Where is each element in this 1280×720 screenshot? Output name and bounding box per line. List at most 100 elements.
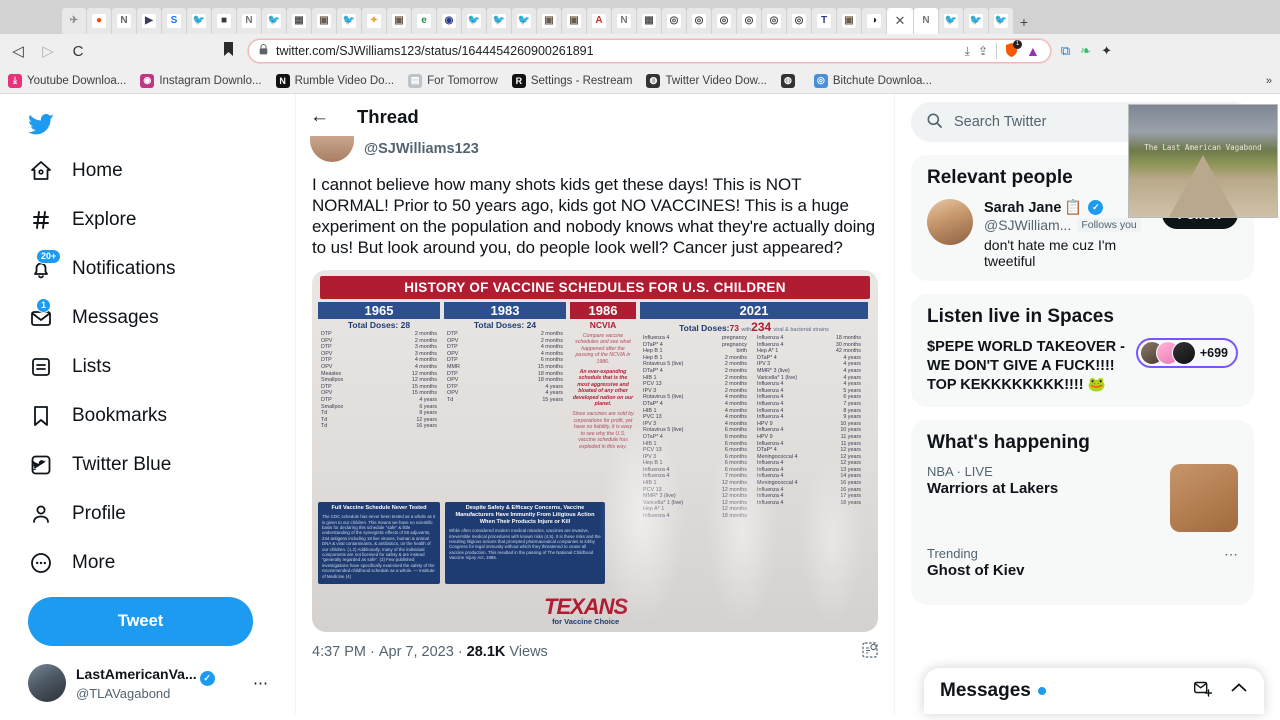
browser-tab[interactable]: e	[412, 8, 436, 34]
sidebar-item-more[interactable]: More	[28, 538, 295, 587]
browser-tab[interactable]: ▣	[312, 8, 336, 34]
browser-tab[interactable]: 🐦	[462, 8, 486, 34]
trend-item[interactable]: NBA · LIVE Warriors at Lakers	[927, 464, 1238, 532]
column-rows-2: Influenza 4 18 months Influenza 4 30 months…	[754, 335, 864, 520]
bookmark-item[interactable]: ▤ For Tomorrow	[408, 73, 498, 88]
profile-icon	[28, 501, 54, 527]
browser-tab[interactable]: N	[612, 8, 636, 34]
bookmark-flag-icon[interactable]	[218, 42, 238, 60]
browser-tab[interactable]: 🐦	[512, 8, 536, 34]
account-more-icon[interactable]: ⋯	[253, 674, 268, 692]
sidebar-item-bookmarks[interactable]: Bookmarks	[28, 391, 295, 440]
bookmark-item[interactable]: N Rumble Video Do...	[275, 73, 394, 88]
browser-tab[interactable]: ▣	[387, 8, 411, 34]
floating-image-overlay[interactable]: The Last American Vagabond	[1128, 104, 1278, 218]
vaccine-name: Varicella* 1 (live)	[757, 374, 798, 381]
person-handle[interactable]: @SJWilliam...	[984, 217, 1071, 233]
browser-tab[interactable]: ■	[212, 8, 236, 34]
browser-tab[interactable]: ▣	[837, 8, 861, 34]
sidebar-item-home[interactable]: Home	[28, 146, 295, 195]
trend-more-icon[interactable]: ⋯	[1224, 546, 1238, 563]
vaccine-name: DTP	[447, 370, 458, 377]
translate-icon[interactable]: ⧉	[1061, 43, 1070, 59]
bookmark-item[interactable]: ⤓ Youtube Downloa...	[8, 73, 126, 88]
browser-tab[interactable]: ◎	[687, 8, 711, 34]
evernote-icon[interactable]: ❧	[1080, 43, 1091, 59]
browser-tab[interactable]: ▦	[637, 8, 661, 34]
messages-dock[interactable]: Messages	[924, 668, 1264, 714]
bookmark-item[interactable]: ◎ Bitchute Downloa...	[813, 73, 932, 88]
browser-tab[interactable]: ◎	[662, 8, 686, 34]
browser-tab[interactable]: ◎	[762, 8, 786, 34]
sidebar-item-messages[interactable]: 1 Messages	[28, 293, 295, 342]
browser-tab[interactable]: N	[112, 8, 136, 34]
tweet-button[interactable]: Tweet	[28, 597, 253, 646]
browser-tab[interactable]: ▣	[537, 8, 561, 34]
browser-tab[interactable]: N	[237, 8, 261, 34]
bookmark-item[interactable]: ◉ Instagram Downlo...	[140, 73, 262, 88]
brave-rewards-icon[interactable]: ▲	[1026, 43, 1040, 59]
space-listener-count: +699	[1199, 346, 1228, 360]
browser-tab[interactable]: ◎	[712, 8, 736, 34]
bookmarks-overflow-button[interactable]: »	[1266, 75, 1272, 87]
account-switcher[interactable]: LastAmericanVa... ✓ @TLAVagabond ⋯	[28, 664, 268, 702]
compose-message-icon[interactable]	[1193, 681, 1213, 702]
browser-tab[interactable]: ●	[87, 8, 111, 34]
space-row[interactable]: $PEPE WORLD TAKEOVER - WE DON'T GIVE A F…	[927, 338, 1238, 395]
download-icon[interactable]: ⤓	[965, 44, 970, 59]
tweet-image-infographic[interactable]: HISTORY OF VACCINE SCHEDULES FOR U.S. CH…	[312, 270, 878, 632]
trend-item[interactable]: Trending Ghost of Kiev ⋯	[927, 546, 1238, 579]
expand-chevron-up-icon[interactable]	[1230, 681, 1248, 702]
extensions-icon[interactable]: ✦	[1101, 43, 1112, 59]
twitter-logo-icon[interactable]	[28, 102, 295, 146]
bookmark-item[interactable]: ◍	[780, 73, 800, 88]
bookmark-item[interactable]: ◍ Twitter Video Dow...	[646, 73, 767, 88]
tabs-container: ✈ ● N ▶ S 🐦 ■ N 🐦 ▦ ▣ 🐦 ✦ ▣ e ◉ 🐦 🐦 🐦 ▣ ▣ A N ▦ ◎ ◎ ◎ ◎ ◎ ◎ T ▣ ◑ ✕ N 🐦 🐦 🐦	[62, 8, 1014, 34]
trend-thumbnail[interactable]	[1170, 464, 1238, 532]
bookmark-item[interactable]: R Settings - Restream	[511, 73, 632, 88]
new-tab-button[interactable]: +	[1014, 10, 1034, 34]
browser-tab[interactable]: N	[914, 8, 938, 34]
browser-tab[interactable]: A	[587, 8, 611, 34]
analytics-icon[interactable]	[862, 642, 878, 662]
back-icon[interactable]: ◁	[8, 42, 28, 60]
browser-tab[interactable]: 🐦	[262, 8, 286, 34]
browser-tab[interactable]: S	[162, 8, 186, 34]
browser-tab[interactable]: 🐦	[487, 8, 511, 34]
brave-shield-icon[interactable]: 1	[1005, 39, 1023, 60]
share-icon[interactable]: ⇪	[978, 44, 988, 58]
reload-icon[interactable]: C	[68, 43, 88, 60]
browser-tab[interactable]: ◉	[437, 8, 461, 34]
browser-tab[interactable]: 🐦	[187, 8, 211, 34]
avatar[interactable]	[310, 136, 354, 162]
back-arrow-icon[interactable]: ←	[310, 106, 329, 128]
browser-tab[interactable]: ✦	[362, 8, 386, 34]
vaccine-age: 3 months	[414, 344, 437, 351]
sidebar-item-notifications[interactable]: 20+ Notifications	[28, 244, 295, 293]
browser-tab[interactable]: ◎	[737, 8, 761, 34]
person-name[interactable]: Sarah Jane 📋 ✓	[984, 199, 1151, 216]
browser-tab[interactable]: ▦	[287, 8, 311, 34]
browser-tab[interactable]: 🐦	[939, 8, 963, 34]
sidebar-item-explore[interactable]: Explore	[28, 195, 295, 244]
sidebar-item-lists[interactable]: Lists	[28, 342, 295, 391]
browser-tab[interactable]: 🐦	[989, 8, 1013, 34]
browser-tab[interactable]: ▶	[137, 8, 161, 34]
browser-tab[interactable]: T	[812, 8, 836, 34]
sidebar-item-profile[interactable]: Profile	[28, 489, 295, 538]
vaccine-age: 12 years	[840, 460, 861, 467]
forward-icon[interactable]: ▷	[38, 42, 58, 60]
url-bar[interactable]: twitter.com/SJWilliams123/status/1644454…	[248, 39, 1051, 63]
bookmark-label: Twitter Video Dow...	[665, 74, 767, 87]
active-tab-close-button[interactable]: ✕	[887, 8, 913, 34]
search-input[interactable]: Search Twitter	[954, 114, 1046, 130]
browser-tab[interactable]: ▣	[562, 8, 586, 34]
avatar[interactable]	[927, 199, 973, 245]
browser-tab[interactable]: ◑	[862, 8, 886, 34]
browser-tab[interactable]: ✈	[62, 8, 86, 34]
tweet-author-handle[interactable]: @SJWilliams123	[364, 141, 479, 157]
browser-tab[interactable]: 🐦	[337, 8, 361, 34]
sidebar-item-twitter-blue[interactable]: Twitter Blue	[28, 440, 295, 489]
browser-tab[interactable]: 🐦	[964, 8, 988, 34]
browser-tab[interactable]: ◎	[787, 8, 811, 34]
